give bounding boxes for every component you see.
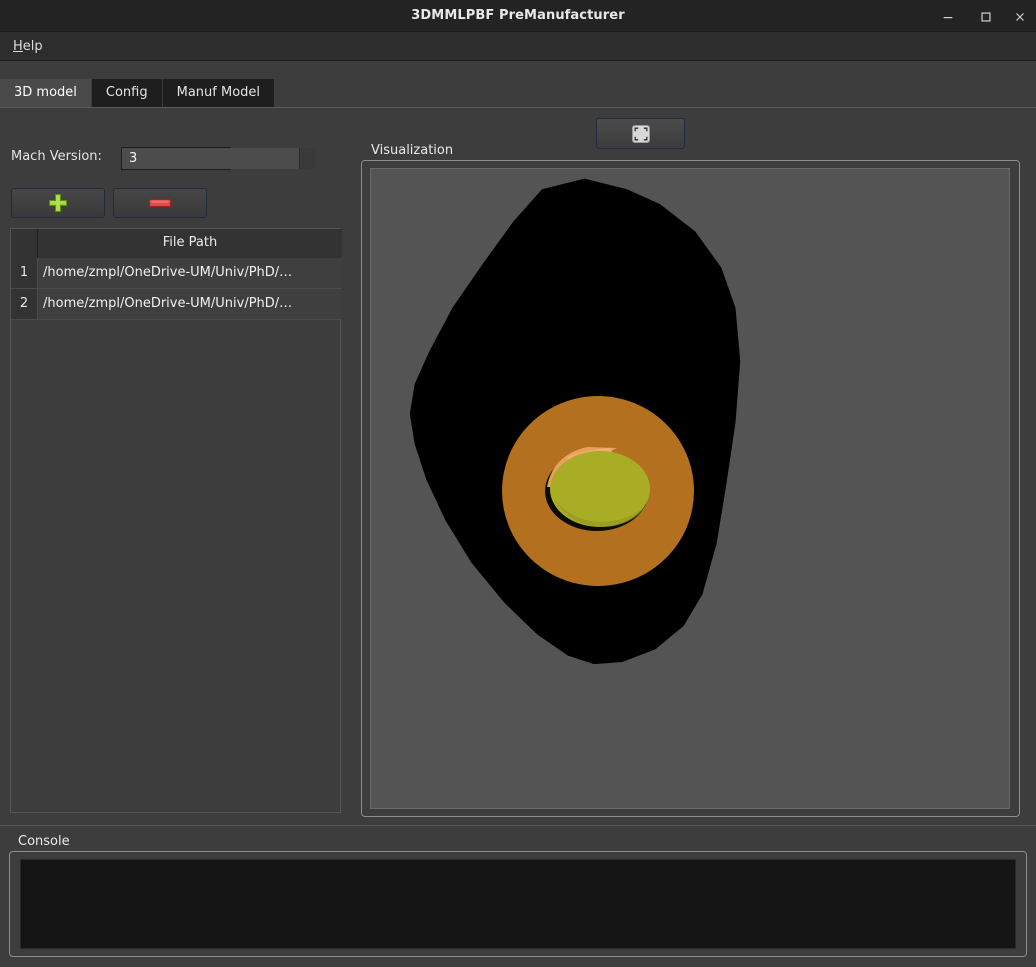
console-output[interactable] xyxy=(20,859,1016,949)
tab-config[interactable]: Config xyxy=(91,79,163,108)
tab-underline-divider xyxy=(0,107,1036,108)
menu-item-help-mnemonic: H xyxy=(13,39,23,54)
tabstrip: 3D model Config Manuf Model xyxy=(0,79,276,108)
3d-viewport[interactable] xyxy=(370,168,1010,809)
fit-view-button[interactable] xyxy=(596,118,685,149)
menu-item-help[interactable]: Help xyxy=(8,37,48,56)
console-label: Console xyxy=(14,834,74,849)
mach-version-stepper[interactable] xyxy=(299,148,315,169)
plus-icon xyxy=(47,192,69,214)
file-list-frame: File Path 1 /home/zmpl/OneDrive-UM/Univ/… xyxy=(10,228,342,813)
mach-version-spinbox[interactable] xyxy=(121,147,315,170)
table-row-number[interactable]: 1 xyxy=(11,258,38,288)
tab-manuf-model[interactable]: Manuf Model xyxy=(162,79,276,108)
mach-version-input[interactable] xyxy=(122,148,299,169)
table-row[interactable]: 2 /home/zmpl/OneDrive-UM/Univ/PhD/… xyxy=(11,289,342,320)
tab-3d-model[interactable]: 3D model xyxy=(0,79,92,108)
minus-icon xyxy=(148,197,172,209)
menu-item-help-label: elp xyxy=(22,39,43,54)
table-row[interactable]: 1 /home/zmpl/OneDrive-UM/Univ/PhD/… xyxy=(11,258,342,289)
table-header-row: File Path xyxy=(11,229,342,258)
table-cell-file-path[interactable]: /home/zmpl/OneDrive-UM/Univ/PhD/… xyxy=(38,258,342,288)
fit-view-icon xyxy=(631,124,650,143)
table-header-file-path[interactable]: File Path xyxy=(38,229,342,258)
tabbar: 3D model Config Manuf Model xyxy=(0,61,1036,108)
file-path-table: File Path 1 /home/zmpl/OneDrive-UM/Univ/… xyxy=(11,229,342,320)
mach-version-label: Mach Version: xyxy=(11,149,102,164)
menubar: Help xyxy=(0,32,1036,61)
minimize-icon[interactable] xyxy=(938,7,958,27)
table-header-corner[interactable] xyxy=(11,229,38,258)
panel-divider xyxy=(0,825,1036,826)
table-cell-file-path[interactable]: /home/zmpl/OneDrive-UM/Univ/PhD/… xyxy=(38,289,342,319)
titlebar: 3DMMLPBF PreManufacturer xyxy=(0,0,1036,32)
add-file-button[interactable] xyxy=(11,188,105,218)
visualization-label: Visualization xyxy=(367,143,458,158)
window-title: 3DMMLPBF PreManufacturer xyxy=(411,8,625,23)
close-icon[interactable] xyxy=(1010,7,1030,27)
table-row-number[interactable]: 2 xyxy=(11,289,38,319)
remove-file-button[interactable] xyxy=(113,188,207,218)
maximize-icon[interactable] xyxy=(976,7,996,27)
app-window: 3DMMLPBF PreManufacturer Help 3D model C… xyxy=(0,0,1036,967)
